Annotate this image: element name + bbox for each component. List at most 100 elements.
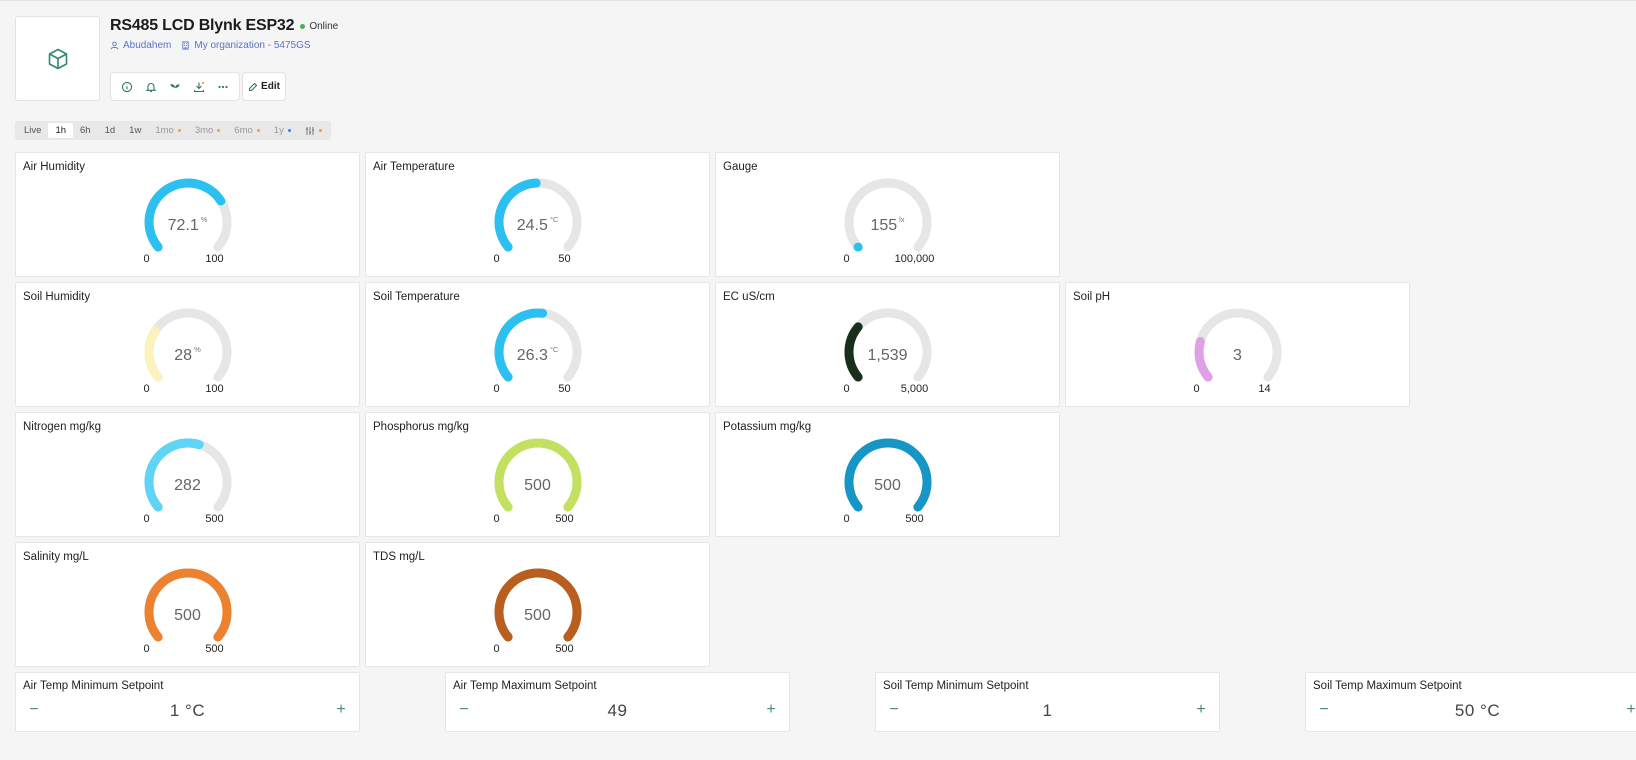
more-button[interactable] bbox=[211, 75, 235, 99]
more-icon bbox=[218, 85, 228, 88]
gauge-fill bbox=[144, 438, 204, 512]
notifications-button[interactable] bbox=[139, 75, 163, 99]
gauge-widget: 26.3 °C 0 50 bbox=[483, 307, 593, 407]
decrement-button[interactable]: − bbox=[1314, 700, 1334, 720]
increment-button[interactable]: + bbox=[761, 700, 781, 720]
decrement-button[interactable]: − bbox=[884, 700, 904, 720]
tab-label: Live bbox=[24, 125, 42, 136]
setpoint-card: Air Temp Maximum Setpoint −49 + bbox=[445, 672, 790, 732]
tab-label: 1d bbox=[104, 125, 116, 136]
gauge-max: 14 bbox=[1258, 383, 1271, 395]
gauge-fill bbox=[494, 568, 581, 642]
gauge-fill bbox=[494, 178, 541, 252]
gauge-card[interactable]: Soil Temperature 26.3 °C 0 50 bbox=[365, 282, 710, 407]
sliders-icon bbox=[305, 126, 314, 135]
status-badge: Online bbox=[300, 21, 338, 32]
bell-icon bbox=[145, 82, 157, 92]
gauge-card[interactable]: Phosphorus mg/kg 500 0 500 bbox=[365, 412, 710, 537]
gauge-card[interactable]: Salinity mg/L 500 0 500 bbox=[15, 542, 360, 667]
time-range-tabs: Live 1h 6h 1d 1w 1mo 3mo 6mo 1y bbox=[15, 121, 331, 140]
gauge-max: 5,000 bbox=[900, 383, 929, 395]
setpoint-card: Soil Temp Maximum Setpoint −50 °C + bbox=[1305, 672, 1636, 732]
gauge-card[interactable]: TDS mg/L 500 0 500 bbox=[365, 542, 710, 667]
edit-dashboard-button[interactable]: Edit bbox=[242, 72, 286, 101]
setpoint-value[interactable]: 1 °C bbox=[56, 701, 319, 721]
gauge-title: Phosphorus mg/kg bbox=[373, 421, 469, 433]
tab-custom-range[interactable] bbox=[298, 123, 329, 138]
plant-icon bbox=[170, 83, 180, 92]
gauge-unit: lx bbox=[899, 215, 905, 224]
gauge-value: 500 bbox=[174, 607, 201, 624]
increment-button[interactable]: + bbox=[1621, 700, 1636, 720]
edit-icon bbox=[248, 82, 258, 91]
setpoint-value[interactable]: 50 °C bbox=[1346, 701, 1609, 721]
gauge-widget: 282 0 500 bbox=[133, 437, 243, 537]
gauge-value: 1,539 bbox=[867, 347, 908, 364]
decrement-button[interactable]: − bbox=[24, 700, 44, 720]
gauge-value: 155 bbox=[870, 217, 898, 234]
gauge-widget: 500 0 500 bbox=[133, 567, 243, 667]
gauge-unit: °C bbox=[549, 345, 559, 354]
owner-link[interactable]: Abudahem bbox=[110, 40, 171, 51]
gauge-max: 500 bbox=[555, 643, 574, 655]
gauge-track bbox=[844, 308, 931, 382]
gauge-value-wrap: 72.1% bbox=[133, 215, 243, 235]
gauge-fill bbox=[144, 178, 225, 252]
download-icon bbox=[193, 81, 205, 92]
tab-1h[interactable]: 1h bbox=[48, 123, 74, 138]
gauge-max: 500 bbox=[905, 513, 924, 525]
tab-Live[interactable]: Live bbox=[17, 123, 48, 138]
gauge-max: 50 bbox=[558, 383, 571, 395]
gauge-card[interactable]: Soil pH 3 0 14 bbox=[1065, 282, 1410, 407]
gauge-value: 282 bbox=[174, 477, 201, 494]
setpoint-value[interactable]: 49 bbox=[486, 701, 749, 721]
gauge-min: 0 bbox=[493, 643, 500, 655]
gauge-widget: 28% 0 100 bbox=[133, 307, 243, 407]
organization-link[interactable]: My organization - 5475GS bbox=[181, 40, 311, 51]
increment-button[interactable]: + bbox=[331, 700, 351, 720]
gauge-value-wrap: 500 bbox=[483, 607, 593, 625]
gauge-value-wrap: 500 bbox=[133, 607, 243, 625]
setpoint-value[interactable]: 1 bbox=[916, 701, 1179, 721]
gauge-max: 100,000 bbox=[894, 253, 935, 265]
gauge-widget: 3 0 14 bbox=[1183, 307, 1293, 407]
gauge-widget: 155 lx 0 100,000 bbox=[833, 177, 943, 277]
tab-1w[interactable]: 1w bbox=[122, 123, 148, 138]
tab-1d[interactable]: 1d bbox=[98, 123, 123, 138]
gauge-title: Potassium mg/kg bbox=[723, 421, 812, 433]
gauge-value: 24.5 bbox=[516, 217, 548, 234]
gauge-card[interactable]: EC uS/cm 1,539 0 5,000 bbox=[715, 282, 1060, 407]
gauge-card[interactable]: Nitrogen mg/kg 282 0 500 bbox=[15, 412, 360, 537]
gauge-max: 100 bbox=[205, 383, 224, 395]
automation-button[interactable] bbox=[163, 75, 187, 99]
gauge-card[interactable]: Air Temperature 24.5 °C 0 50 bbox=[365, 152, 710, 277]
premium-dot-icon bbox=[217, 129, 221, 132]
tab-1mo[interactable]: 1mo bbox=[148, 123, 187, 138]
gauge-fill bbox=[144, 568, 231, 642]
premium-dot-icon bbox=[318, 129, 322, 132]
gauge-value-wrap: 1,539 bbox=[833, 347, 943, 365]
tab-6mo[interactable]: 6mo bbox=[227, 123, 266, 138]
ota-download-button[interactable] bbox=[187, 75, 211, 99]
gauge-card[interactable]: Soil Humidity 28% 0 100 bbox=[15, 282, 360, 407]
gauge-card[interactable]: Potassium mg/kg 500 0 500 bbox=[715, 412, 1060, 537]
setpoint-card: Air Temp Minimum Setpoint −1 °C + bbox=[15, 672, 360, 732]
tab-label: 6h bbox=[80, 125, 91, 136]
gauge-card[interactable]: Gauge 155 lx 0 100,000 bbox=[715, 152, 1060, 277]
gauge-min: 0 bbox=[143, 513, 150, 525]
tab-3mo[interactable]: 3mo bbox=[188, 123, 227, 138]
increment-button[interactable]: + bbox=[1191, 700, 1211, 720]
decrement-button[interactable]: − bbox=[454, 700, 474, 720]
gauge-value-wrap: 155 lx bbox=[833, 215, 943, 235]
user-icon bbox=[110, 41, 119, 50]
tab-6h[interactable]: 6h bbox=[73, 123, 98, 138]
gauge-min: 0 bbox=[843, 383, 850, 395]
gauge-card[interactable]: Air Humidity 72.1% 0 100 bbox=[15, 152, 360, 277]
info-button[interactable] bbox=[115, 75, 139, 99]
setpoint-title: Soil Temp Maximum Setpoint bbox=[1313, 680, 1462, 692]
tab-1y[interactable]: 1y bbox=[267, 123, 298, 138]
device-actions bbox=[110, 72, 240, 101]
gauge-widget: 500 0 500 bbox=[483, 437, 593, 537]
gauge-min: 0 bbox=[1193, 383, 1200, 395]
tab-label: 1h bbox=[55, 125, 67, 136]
